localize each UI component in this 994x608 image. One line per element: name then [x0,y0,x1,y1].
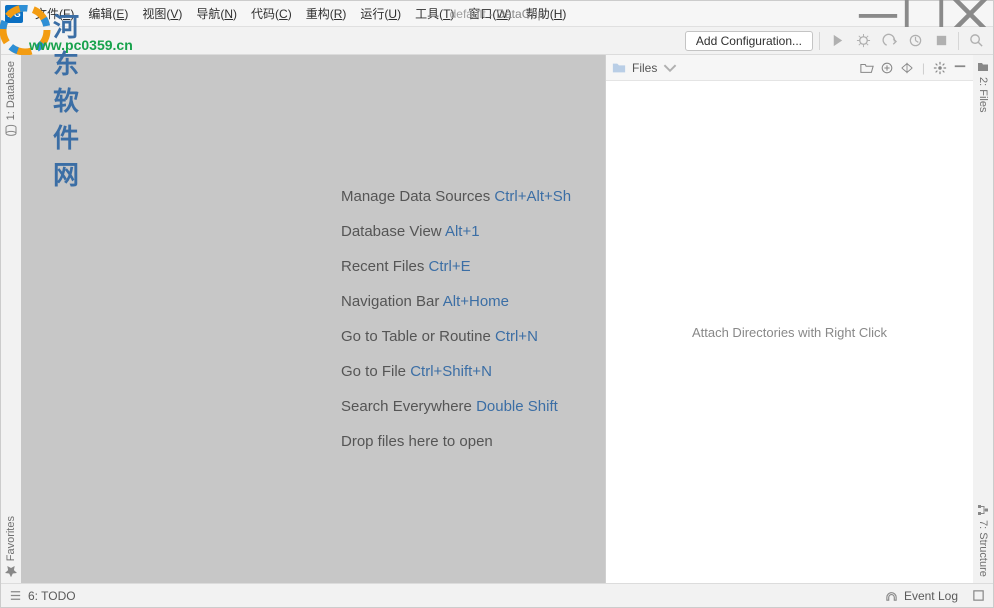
add-configuration-button[interactable]: Add Configuration... [685,31,813,51]
files-panel: Files | Attach Directories with Right Cl… [605,55,973,583]
stop-icon[interactable] [930,30,952,52]
collapse-all-icon[interactable] [880,61,894,75]
menu-v[interactable]: 视图(V) [136,2,188,25]
title-app: DataGrip [496,7,544,21]
files-panel-title: Files [632,61,657,75]
database-tab[interactable]: 1: Database [3,55,19,142]
welcome-hint-0: Manage Data Sources Ctrl+Alt+Sh [341,188,605,205]
separator: | [920,61,927,75]
menu-n[interactable]: 导航(N) [190,2,243,25]
welcome-hint-5: Go to File Ctrl+Shift+N [341,363,605,380]
minimize-button[interactable] [855,1,901,27]
toolbar: Add Configuration... [1,27,993,55]
chevron-down-icon[interactable] [663,61,677,75]
right-tool-strip: 2: Files 7: Structure [973,55,993,583]
gear-icon[interactable] [933,61,947,75]
search-icon[interactable] [965,30,987,52]
todo-icon [9,589,22,602]
menu-r[interactable]: 重构(R) [300,2,353,25]
shortcut: Ctrl+E [429,258,471,275]
shortcut: Ctrl+Alt+Sh [494,188,571,205]
separator [958,32,959,50]
app-icon: DG [5,5,23,23]
folder-icon [612,61,626,75]
shortcut: Ctrl+N [495,328,538,345]
title-project: default [450,7,486,21]
run-icon[interactable] [826,30,848,52]
editor-welcome-area: Manage Data Sources Ctrl+Alt+Sh Database … [21,55,605,583]
welcome-hint-4: Go to Table or Routine Ctrl+N [341,328,605,345]
welcome-hint-6: Search Everywhere Double Shift [341,398,605,415]
structure-tab[interactable]: 7: Structure [975,498,991,583]
ide-status-icon[interactable] [972,589,985,602]
star-icon [5,565,17,577]
body: 1: Database Favorites Manage Data Source… [1,55,993,583]
files-panel-header: Files | [606,55,973,81]
titlebar: DG 文件(F)编辑(E)视图(V)导航(N)代码(C)重构(R)运行(U)工具… [1,1,993,27]
welcome-hint-3: Navigation Bar Alt+Home [341,293,605,310]
welcome-hint-2: Recent Files Ctrl+E [341,258,605,275]
shortcut: Alt+1 [445,223,480,240]
statusbar: 6: TODO Event Log [1,583,993,607]
welcome-hint-1: Database View Alt+1 [341,223,605,240]
maximize-button[interactable] [901,1,947,27]
structure-icon [977,504,989,516]
window-controls [855,1,993,27]
structure-tab-label: 7: Structure [977,520,989,577]
menu-e[interactable]: 编辑(E) [82,2,134,25]
window-title: default - DataGrip [450,7,545,21]
shortcut: Double Shift [476,398,558,415]
run-with-coverage-icon[interactable] [878,30,900,52]
favorites-tab-label: Favorites [5,516,17,561]
files-panel-body[interactable]: Attach Directories with Right Click [606,81,973,583]
database-icon [5,124,17,136]
favorites-tab[interactable]: Favorites [3,510,19,583]
open-folder-icon[interactable] [860,61,874,75]
files-tab-label: 2: Files [977,77,989,112]
menu-u[interactable]: 运行(U) [354,2,407,25]
left-tool-strip: 1: Database Favorites [1,55,21,583]
todo-button[interactable]: 6: TODO [28,589,76,603]
folder-icon [977,61,989,73]
menu-f[interactable]: 文件(F) [29,2,80,25]
event-log-icon [885,589,898,602]
event-log-button[interactable]: Event Log [904,589,958,603]
close-button[interactable] [947,1,993,27]
shortcut: Ctrl+Shift+N [410,363,492,380]
separator [819,32,820,50]
debug-icon[interactable] [852,30,874,52]
files-panel-empty-text: Attach Directories with Right Click [692,325,887,340]
files-tab[interactable]: 2: Files [975,55,991,118]
profile-icon[interactable] [904,30,926,52]
shortcut: Alt+Home [443,293,509,310]
hide-panel-icon[interactable] [953,61,967,75]
menu-c[interactable]: 代码(C) [245,2,298,25]
database-tab-label: 1: Database [5,61,17,120]
welcome-hint-7: Drop files here to open [341,433,605,450]
expand-all-icon[interactable] [900,61,914,75]
